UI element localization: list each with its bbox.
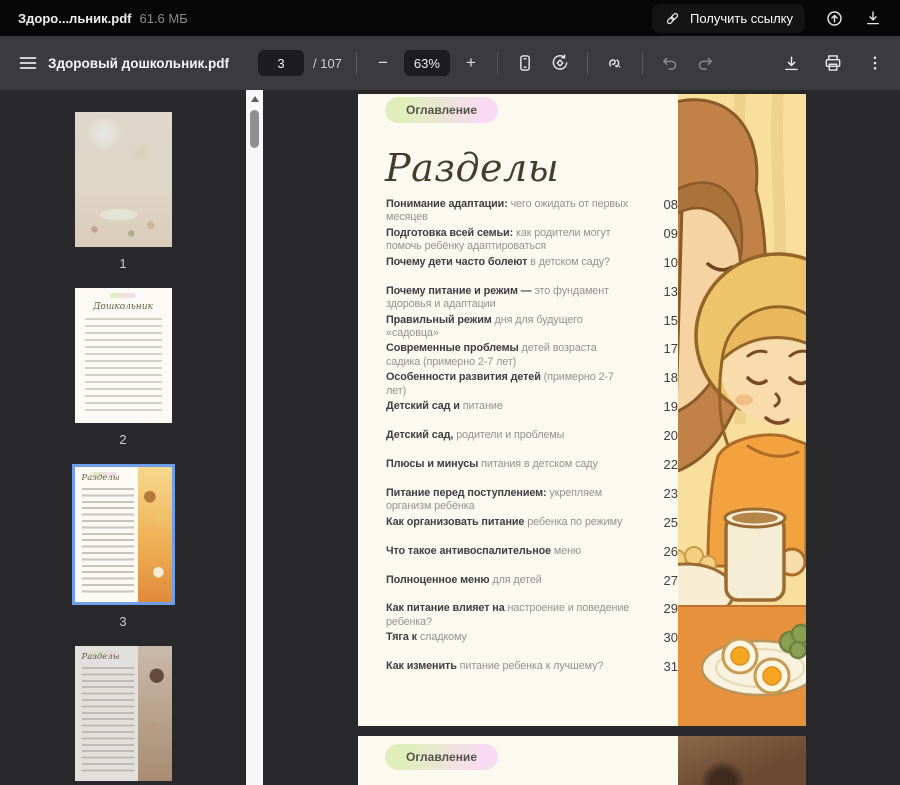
more-options-icon[interactable] <box>862 50 888 76</box>
page-thumbnail[interactable]: Разделы <box>72 464 175 605</box>
toc-entry: Полноценное меню для детей27 <box>386 574 678 603</box>
divider <box>642 52 643 74</box>
page-thumbnail[interactable]: Дошкольник <box>75 288 172 423</box>
viewer-content: 1 Дошкольник 2 Разделы 3 Разделы Оглавление Р… <box>0 90 900 785</box>
toc-page-number: 18 <box>664 371 678 384</box>
file-size: 61.6 МБ <box>139 11 187 26</box>
toc-entry: Как изменить питание ребенка к лучшему?3… <box>386 660 678 689</box>
toc-page-number: 25 <box>664 516 678 529</box>
draw-icon[interactable] <box>602 50 628 76</box>
zoom-level[interactable]: 63% <box>404 50 450 76</box>
pdf-page-3: Оглавление Разделы Понимание адаптации: … <box>358 94 806 726</box>
pdf-page-4: Оглавление <box>358 736 806 785</box>
toc-page-number: 26 <box>664 545 678 558</box>
thumbnail-panel: 1 Дошкольник 2 Разделы 3 Разделы <box>0 90 246 785</box>
thumbnail-item: Разделы 3 <box>72 464 175 629</box>
toc-entry: Детский сад и питание19 <box>386 400 678 429</box>
divider <box>587 52 588 74</box>
toc-entry: Правильный режим дня для будущего «садов… <box>386 314 678 343</box>
divider <box>356 52 357 74</box>
download-icon[interactable] <box>778 50 804 76</box>
toc-page-number: 13 <box>664 285 678 298</box>
print-icon[interactable] <box>820 50 846 76</box>
toc-page-number: 17 <box>664 342 678 355</box>
download-icon[interactable] <box>864 9 882 27</box>
toc-page-number: 15 <box>664 314 678 327</box>
scrollbar-thumb[interactable] <box>250 110 259 148</box>
toc-entry: Как питание влияет на настроение и повед… <box>386 602 678 631</box>
page-title: Разделы <box>385 146 559 190</box>
thumbnail-page-number: 3 <box>119 614 126 629</box>
rotate-button[interactable] <box>547 50 573 76</box>
toc-page-number: 10 <box>664 256 678 269</box>
toc-entry: Почему дети часто болеют в детском саду?… <box>386 256 678 285</box>
next-page-photo <box>678 736 806 785</box>
toc-entry: Питание перед поступлением: укрепляем ор… <box>386 487 678 516</box>
toc-list: Понимание адаптации: чего ожидать от пер… <box>386 198 678 689</box>
file-name: Здоро...льник.pdf <box>18 11 131 26</box>
toc-entry: Современные проблемы детей возраста сади… <box>386 342 678 371</box>
toc-entry: Что такое антивоспалительное меню26 <box>386 545 678 574</box>
toc-entry: Почему питание и режим — это фундамент з… <box>386 285 678 314</box>
fit-page-button[interactable] <box>512 50 538 76</box>
menu-icon[interactable] <box>18 53 38 73</box>
pdf-viewer-window: Здоро...льник.pdf 61.6 МБ Получить ссылк… <box>0 0 900 785</box>
viewer-toolbar: Здоровый дошкольник.pdf / 107 − 63% + <box>0 36 900 90</box>
toc-entry: Как организовать питание ребенка по режи… <box>386 516 678 545</box>
zoom-out-button[interactable]: − <box>371 50 395 76</box>
thumbnail-page-number: 2 <box>119 432 126 447</box>
thumbnail-item: Дошкольник 2 <box>75 288 172 447</box>
thumbnail-item: 1 <box>75 112 172 271</box>
page-count: / 107 <box>313 56 342 71</box>
thumbnail-page-number: 1 <box>119 256 126 271</box>
toc-page-number: 22 <box>664 458 678 471</box>
top-bar: Здоро...льник.pdf 61.6 МБ Получить ссылк… <box>0 0 900 36</box>
toc-entry: Тяга к сладкому30 <box>386 631 678 660</box>
thumbnail-item: Разделы <box>75 646 172 785</box>
toc-page-number: 30 <box>664 631 678 644</box>
toc-page-number: 20 <box>664 429 678 442</box>
sidebar-scrollbar[interactable] <box>246 90 263 785</box>
page-thumbnail[interactable] <box>75 112 172 247</box>
page-thumbnail[interactable]: Разделы <box>75 646 172 781</box>
undo-icon[interactable] <box>657 50 683 76</box>
upload-icon[interactable] <box>825 9 844 28</box>
toc-page-number: 19 <box>664 400 678 413</box>
mother-child-illustration <box>678 94 806 726</box>
toc-page-number: 09 <box>664 227 678 240</box>
toc-entry: Подготовка всей семьи: как родители могу… <box>386 227 678 256</box>
toc-page-number: 23 <box>664 487 678 500</box>
toc-page-number: 31 <box>664 660 678 673</box>
document-title: Здоровый дошкольник.pdf <box>48 36 229 90</box>
divider <box>497 52 498 74</box>
scrollbar-up-button[interactable] <box>246 90 263 107</box>
toc-entry: Понимание адаптации: чего ожидать от пер… <box>386 198 678 227</box>
section-badge: Оглавление <box>385 97 498 123</box>
redo-icon[interactable] <box>692 50 718 76</box>
toc-entry: Особенности развития детей (примерно 2-7… <box>386 371 678 400</box>
toc-page-number: 08 <box>664 198 678 211</box>
page-number-input[interactable] <box>258 50 304 76</box>
toc-entry: Плюсы и минусы питания в детском саду22 <box>386 458 678 487</box>
get-link-button[interactable]: Получить ссылку <box>652 4 805 33</box>
toc-page-number: 27 <box>664 574 678 587</box>
link-icon <box>664 10 681 27</box>
toc-page-number: 29 <box>664 602 678 615</box>
get-link-label: Получить ссылку <box>690 11 793 26</box>
zoom-in-button[interactable]: + <box>459 50 483 76</box>
toc-entry: Детский сад, родители и проблемы20 <box>386 429 678 458</box>
section-badge: Оглавление <box>385 744 498 770</box>
